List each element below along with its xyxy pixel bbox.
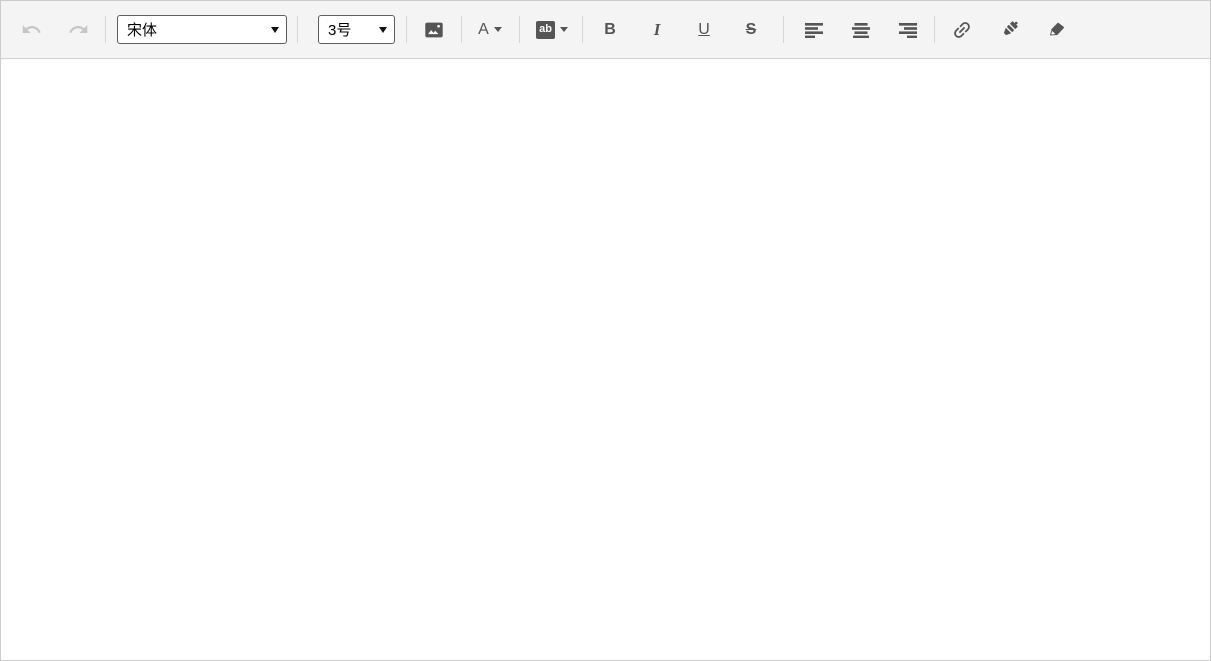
editor-toolbar: 宋体 3号 A ab B I U S — [1, 1, 1210, 59]
font-size-select[interactable]: 3号 — [318, 15, 395, 44]
italic-button[interactable]: I — [640, 15, 674, 45]
font-size-value: 3号 — [328, 22, 352, 39]
chevron-down-icon — [493, 27, 502, 32]
brush-icon — [1003, 21, 1018, 36]
font-family-value: 宋体 — [127, 22, 158, 39]
align-right-icon — [899, 22, 917, 38]
font-family-select[interactable]: 宋体 — [117, 15, 287, 44]
format-brush-button[interactable] — [993, 15, 1025, 45]
toolbar-separator — [783, 16, 784, 43]
rich-text-editor: 宋体 3号 A ab B I U S — [0, 0, 1211, 661]
align-right-button[interactable] — [893, 15, 923, 45]
font-color-label: A — [478, 20, 489, 38]
image-icon — [425, 22, 443, 37]
insert-link-button[interactable] — [946, 15, 978, 45]
chevron-down-icon — [271, 26, 279, 33]
eraser-icon — [1049, 22, 1064, 36]
toolbar-separator — [582, 16, 583, 43]
insert-image-button[interactable] — [418, 15, 450, 45]
font-color-button[interactable]: A — [473, 15, 507, 45]
undo-icon — [22, 25, 41, 33]
align-left-button[interactable] — [799, 15, 829, 45]
align-left-icon — [805, 22, 823, 38]
toolbar-separator — [297, 16, 298, 43]
link-icon — [954, 21, 970, 38]
editor-content-area[interactable] — [1, 59, 1210, 660]
background-color-label: ab — [536, 20, 555, 39]
redo-button[interactable] — [62, 15, 94, 45]
chevron-down-icon — [379, 26, 387, 33]
eraser-button[interactable] — [1040, 15, 1072, 45]
align-center-button[interactable] — [846, 15, 876, 45]
background-color-button[interactable]: ab — [532, 15, 572, 45]
toolbar-separator — [105, 16, 106, 43]
toolbar-separator — [934, 16, 935, 43]
toolbar-separator — [406, 16, 407, 43]
bold-button[interactable]: B — [593, 15, 627, 45]
strikethrough-button[interactable]: S — [734, 15, 768, 45]
toolbar-separator — [519, 16, 520, 43]
chevron-down-icon — [559, 27, 568, 32]
redo-icon — [68, 25, 87, 33]
toolbar-separator — [461, 16, 462, 43]
undo-button[interactable] — [15, 15, 47, 45]
align-center-icon — [852, 22, 870, 38]
underline-button[interactable]: U — [687, 15, 721, 45]
